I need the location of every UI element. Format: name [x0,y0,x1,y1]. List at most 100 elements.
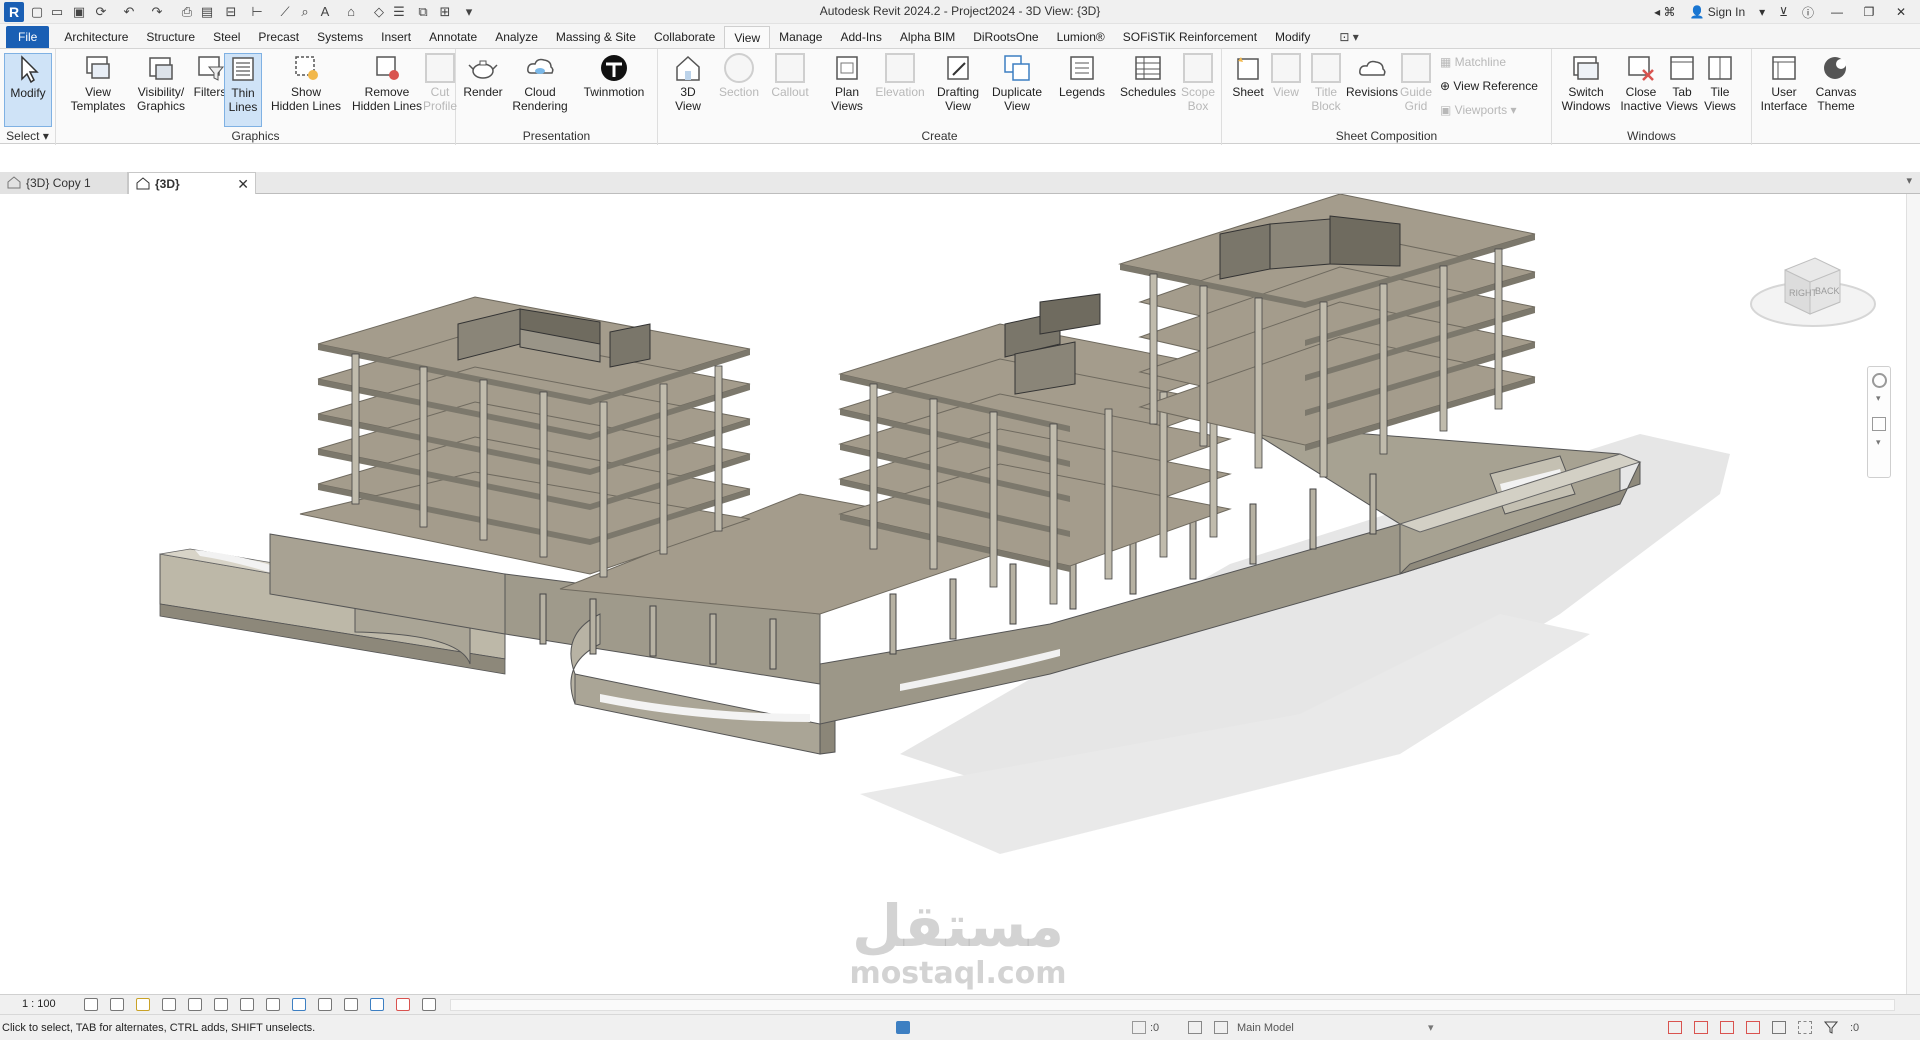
guide-grid-button[interactable]: Guide Grid [1396,53,1436,113]
tab-massing-site[interactable]: Massing & Site [547,26,645,48]
section-button[interactable]: Section [716,53,762,99]
crop-view-icon[interactable] [214,998,228,1011]
analytical-model-icon[interactable] [370,998,384,1011]
steering-wheel-icon[interactable] [1872,373,1887,388]
tab-menu-icon[interactable]: ▾ [1906,174,1912,187]
visual-style-icon[interactable] [110,998,124,1011]
detail-level-icon[interactable] [84,998,98,1011]
user-interface-button[interactable]: User Interface [1754,53,1814,113]
tab-insert[interactable]: Insert [372,26,420,48]
search-icon[interactable]: ◂ ⌘ [1654,5,1675,19]
visibility-graphics-button[interactable]: Visibility/ Graphics [130,53,192,113]
drafting-view-button[interactable]: Drafting View [928,53,988,113]
temporary-view-properties-icon[interactable] [344,998,358,1011]
render-button[interactable]: Render [458,53,508,99]
sign-in-button[interactable]: 👤 Sign In [1690,5,1746,19]
vertical-scrollbar[interactable] [1906,194,1920,994]
tab-sofistik-reinforcement[interactable]: SOFiSTiK Reinforcement [1114,26,1266,48]
viewcube[interactable]: RIGHT BACK [1745,242,1885,337]
close-icon[interactable]: ✕ [1892,5,1910,19]
tile-views-button[interactable]: Tile Views [1700,53,1740,113]
tab-manage[interactable]: Manage [770,26,831,48]
tab-systems[interactable]: Systems [308,26,372,48]
highlight-displacement-icon[interactable] [396,998,410,1011]
select-pinned-icon[interactable] [1720,1021,1734,1034]
cart-icon[interactable]: ⊻ [1779,5,1788,19]
tab-lumion[interactable]: Lumion® [1048,26,1114,48]
switch-windows-button[interactable]: Switch Windows [1558,53,1614,113]
select-by-face-icon[interactable] [1746,1021,1760,1034]
tab-file[interactable]: File [6,26,50,48]
shadows-icon[interactable] [162,998,176,1011]
unlocked-3d-view-icon[interactable] [266,998,280,1011]
restore-icon[interactable]: ❐ [1860,5,1878,19]
view-reference-button[interactable]: ⊕ View Reference [1440,79,1538,93]
title-block-button[interactable]: Title Block [1306,53,1346,113]
close-icon[interactable]: ✕ [237,173,249,195]
revisions-button[interactable]: Revisions [1344,53,1400,99]
select-links-icon[interactable] [1668,1021,1682,1034]
filter-icon[interactable] [1823,1021,1839,1034]
close-inactive-button[interactable]: Close Inactive [1616,53,1666,113]
tab-add-ins[interactable]: Add-Ins [831,26,890,48]
schedules-button[interactable]: Schedules [1114,53,1182,99]
tab-view[interactable]: View [724,26,771,48]
cloud-rendering-button[interactable]: Cloud Rendering [510,53,570,113]
chevron-down-icon[interactable]: ▾ [1759,5,1765,19]
3d-model-view[interactable] [0,194,1906,994]
worksets-icon[interactable] [896,1021,910,1034]
drawing-canvas[interactable]: RIGHT BACK ▾ ▾ مستقل mostaql.com [0,194,1920,994]
matchline-button[interactable]: ▦ Matchline [1440,55,1506,69]
tab-analyze[interactable]: Analyze [486,26,547,48]
sheet-button[interactable]: Sheet [1226,53,1270,99]
remove-hidden-lines-button[interactable]: Remove Hidden Lines [344,53,430,113]
drag-elements-icon[interactable] [1772,1021,1786,1034]
tab-structure[interactable]: Structure [137,26,204,48]
view-tab-3d[interactable]: {3D} ✕ [128,172,256,194]
canvas-theme-button[interactable]: Canvas Theme [1810,53,1862,113]
duplicate-view-button[interactable]: Duplicate View [986,53,1048,113]
legends-button[interactable]: Legends [1052,53,1112,99]
twinmotion-button[interactable]: Twinmotion [578,53,650,99]
view-button[interactable]: View [1266,53,1306,99]
ribbon-minimize-icon[interactable]: ⊡ ▾ [1339,26,1358,48]
tab-dirootsone[interactable]: DiRootsOne [964,26,1047,48]
select-underlay-icon[interactable] [1694,1021,1708,1034]
help-button[interactable]: ⓘ? [1802,4,1814,21]
horizontal-scrollbar[interactable] [450,999,1895,1011]
tab-architecture[interactable]: Architecture [55,26,137,48]
tab-precast[interactable]: Precast [249,26,308,48]
view-templates-button[interactable]: View Templates [68,53,128,113]
elevation-button[interactable]: Elevation [870,53,930,99]
minimize-icon[interactable]: — [1828,5,1846,19]
chevron-down-icon[interactable]: ▾ [1428,1021,1434,1034]
modify-button[interactable]: Modify [4,53,52,127]
chevron-down-icon[interactable]: ▾ [1876,393,1881,404]
temporary-hide-icon[interactable] [292,998,306,1011]
viewcube-face-back[interactable]: BACK [1815,286,1840,296]
viewports-button[interactable]: ▣ Viewports ▾ [1440,103,1517,117]
thin-lines-button[interactable]: Thin Lines [224,53,262,127]
cut-profile-button[interactable]: Cut Profile [420,53,460,113]
tab-alpha-bim[interactable]: Alpha BIM [891,26,964,48]
zoom-icon[interactable] [1872,417,1886,431]
callout-button[interactable]: Callout [764,53,816,99]
view-tab-3d-copy-1[interactable]: {3D} Copy 1 [0,172,128,194]
show-crop-region-icon[interactable] [240,998,254,1011]
design-options-icon[interactable] [1188,1021,1202,1034]
tab-modify[interactable]: Modify [1266,26,1319,48]
active-model-select[interactable]: Main Model [1237,1022,1294,1034]
tab-steel[interactable]: Steel [204,26,249,48]
reveal-hidden-icon[interactable] [318,998,332,1011]
render-dialog-icon[interactable] [188,998,202,1011]
plan-views-button[interactable]: Plan Views [824,53,870,113]
select-dropdown[interactable]: Select ▾ [0,129,55,143]
view-scale[interactable]: 1 : 100 [22,998,56,1010]
main-model-icon[interactable] [1214,1021,1228,1034]
3d-view-button[interactable]: 3D View [664,53,712,113]
sun-path-icon[interactable] [136,998,150,1011]
tab-collaborate[interactable]: Collaborate [645,26,724,48]
reveal-constraints-icon[interactable] [422,998,436,1011]
chevron-down-icon[interactable]: ▾ [1876,437,1881,448]
tab-views-button[interactable]: Tab Views [1662,53,1702,113]
